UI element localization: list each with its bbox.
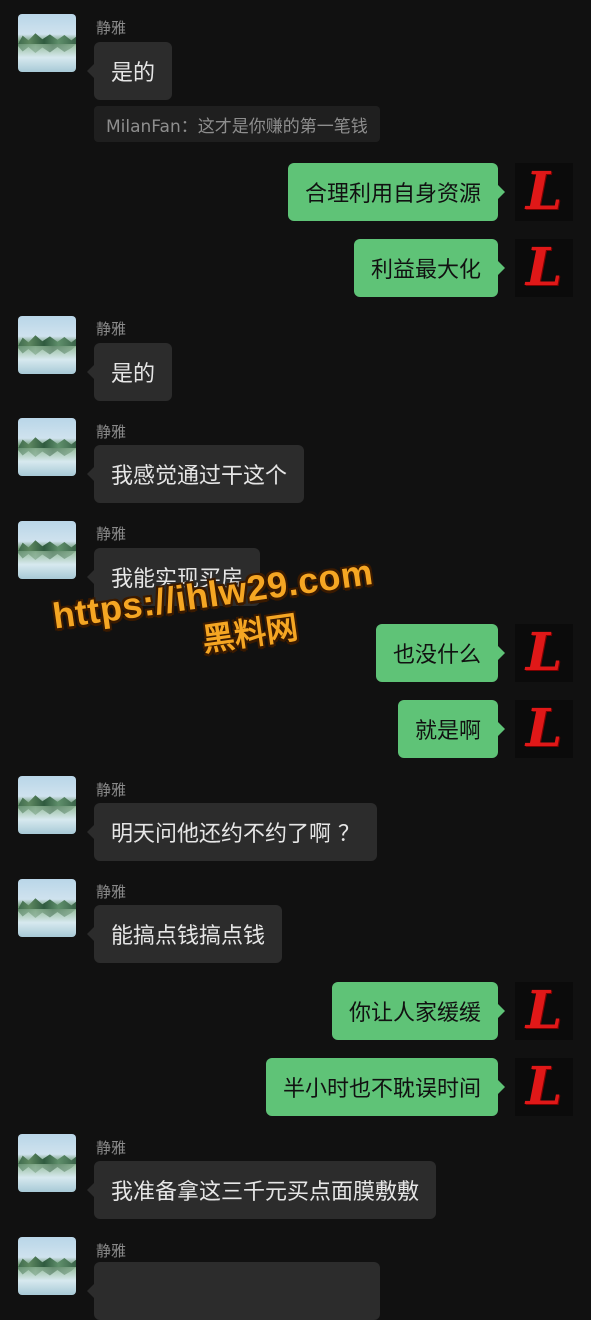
contact-name: 静雅 [96,423,127,441]
contact-avatar[interactable] [18,14,76,72]
contact-name: 静雅 [96,883,127,901]
contact-avatar[interactable] [18,316,76,374]
message-bubble[interactable]: 我能实现买房 [86,548,261,606]
contact-name: 静雅 [96,525,127,543]
contact-avatar[interactable] [18,879,76,937]
contact-avatar[interactable] [18,1237,76,1295]
self-avatar[interactable]: L [515,982,573,1040]
message-bubble[interactable]: 我准备拿这三千元买点面膜敷敷 [86,1161,437,1219]
message-bubble[interactable] [87,1262,380,1320]
message-bubble[interactable]: 半小时也不耽误时间 [265,1058,506,1116]
self-avatar[interactable]: L [515,163,573,221]
contact-name: 静雅 [96,781,127,799]
message-bubble[interactable]: 就是啊 [397,700,506,758]
contact-avatar[interactable] [18,521,76,579]
contact-avatar[interactable] [18,1134,76,1192]
self-avatar[interactable]: L [515,624,573,682]
self-avatar[interactable]: L [515,700,573,758]
message-bubble[interactable]: 能搞点钱搞点钱 [86,905,283,963]
quoted-reply[interactable]: MilanFan：这才是你赚的第一笔钱 [94,106,380,142]
self-avatar[interactable]: L [515,1058,573,1116]
message-bubble[interactable]: 利益最大化 [353,239,506,297]
contact-name: 静雅 [96,1139,127,1157]
contact-name: 静雅 [96,320,127,338]
message-bubble[interactable]: 合理利用自身资源 [287,163,506,221]
message-bubble[interactable]: 明天问他还约不约了啊 ？ [87,803,377,861]
message-bubble[interactable]: 你让人家缓缓 [331,982,506,1040]
contact-name: 静雅 [96,1242,127,1260]
message-bubble[interactable]: 是的 [86,343,173,401]
contact-avatar[interactable] [18,776,76,834]
contact-name: 静雅 [96,19,127,37]
self-avatar[interactable]: L [515,239,573,297]
message-bubble[interactable]: 是的 [86,42,173,100]
contact-avatar[interactable] [18,418,76,476]
message-bubble[interactable]: 也没什么 [375,624,506,682]
message-bubble[interactable]: 我感觉通过干这个 [86,445,305,503]
